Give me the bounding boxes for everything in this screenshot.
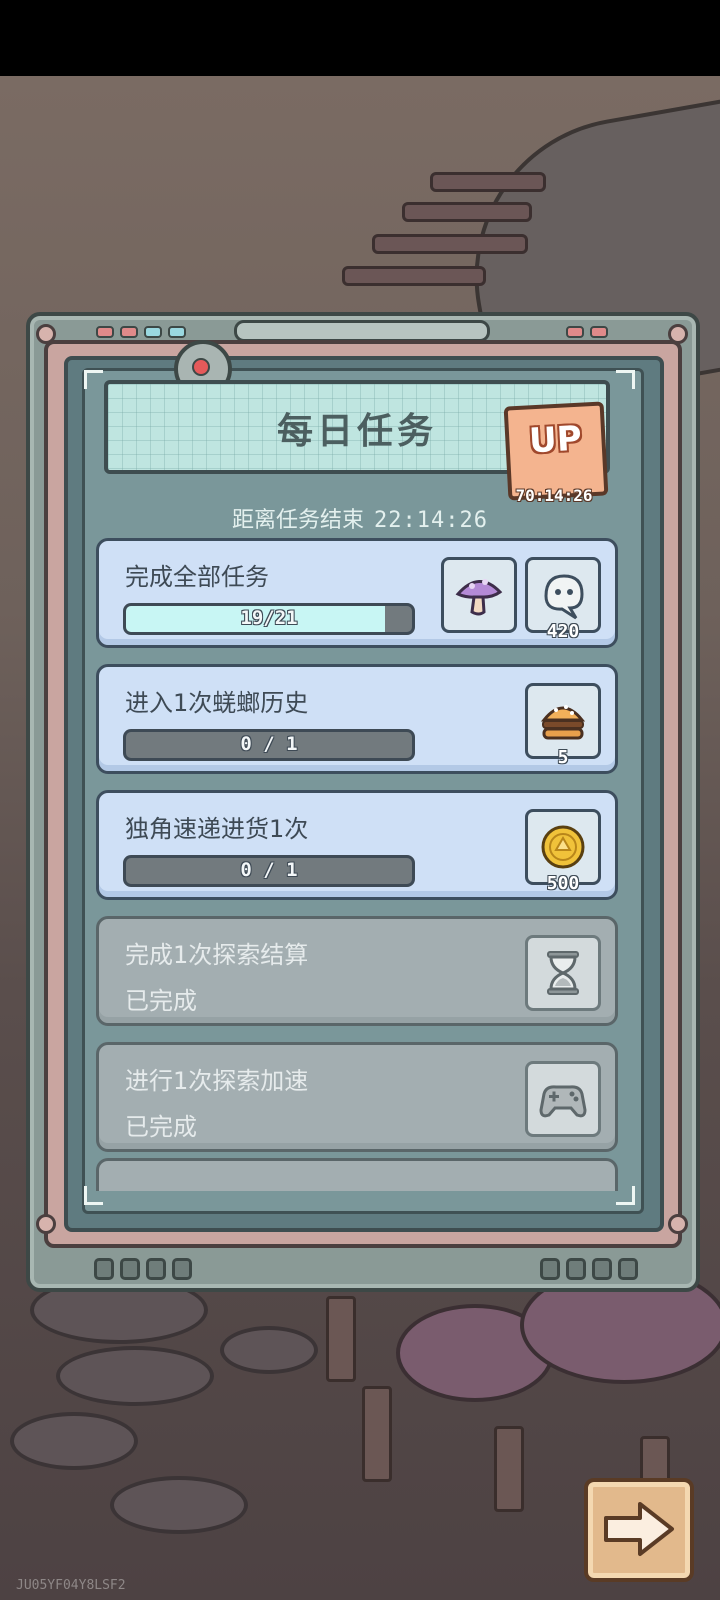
task-card-partial [96,1158,618,1191]
screw-icon [668,324,688,344]
background-stone [220,1326,318,1374]
task-progress-text: 0 / 1 [240,859,298,881]
reward-count: 5 [557,747,569,768]
up-badge-label: UP [528,418,583,462]
task-progress-bar: 19/21 [123,603,415,635]
screw-icon [36,324,56,344]
status-bar [0,0,720,76]
reward-slot[interactable]: 420 [525,557,601,642]
task-title: 完成全部任务 [125,563,269,591]
task-title: 进行1次探索加速 [125,1067,309,1095]
screen-corner [84,370,103,389]
task-title: 进入1次蜣螂历史 [125,689,309,717]
next-button[interactable] [584,1478,694,1582]
reward-slot [525,935,601,1011]
reward-slot[interactable]: 5 [525,683,601,768]
background-fence-post [326,1296,356,1382]
watermark-text: JU05YF04Y8LSF2 [16,1578,126,1593]
lamp-light-icon [192,358,210,376]
countdown-time: 22:14:26 [374,508,488,533]
screw-icon [668,1214,688,1234]
task-card[interactable]: 进入1次蜣螂历史 0 / 1 5 [96,664,618,774]
background-stair [372,234,528,254]
background-stone [10,1412,138,1470]
panel-vent [540,1258,638,1280]
task-progress-bar: 0 / 1 [123,729,415,761]
coin-icon [541,825,585,869]
arrow-right-icon [604,1502,674,1556]
task-card-completed: 进行1次探索加速 已完成 [96,1042,618,1152]
task-progress-text: 19/21 [240,607,298,629]
ghost-icon [544,574,584,620]
task-progress-bar: 0 / 1 [123,855,415,887]
task-status: 已完成 [125,987,197,1015]
reward-count: 500 [546,873,580,894]
screen-corner [616,370,635,389]
background-fence-post [494,1426,524,1512]
screw-icon [36,1214,56,1234]
screen-corner [616,1186,635,1205]
task-countdown: 距离任务结束 22:14:26 [0,502,720,534]
background-stair [342,266,486,286]
task-title: 完成1次探索结算 [125,941,309,969]
task-card[interactable]: 独角速递进货1次 0 / 1 500 [96,790,618,900]
panel-top-pipe [234,320,490,342]
background-stair [402,202,532,222]
reward-slot[interactable] [441,557,517,633]
panel-indicator-lights [96,326,186,338]
burger-icon [540,705,586,740]
reward-count: 420 [546,621,580,642]
task-title: 独角速递进货1次 [125,815,309,843]
task-card-completed: 完成1次探索结算 已完成 [96,916,618,1026]
panel-indicator-lights [566,326,608,338]
reward-slot[interactable]: 500 [525,809,601,894]
gamepad-icon [539,1085,587,1118]
task-card[interactable]: 完成全部任务 19/21 420 [96,538,618,648]
background-fence-post [362,1386,392,1482]
background-stone [110,1476,248,1534]
mushroom-icon [455,579,503,616]
reward-slot [525,1061,601,1137]
background-stone [56,1346,214,1406]
panel-vent [94,1258,192,1280]
task-progress-text: 0 / 1 [240,733,298,755]
task-status: 已完成 [125,1113,197,1141]
hourglass-icon [547,951,579,995]
countdown-label: 距离任务结束 [232,508,365,533]
background-stair [430,172,546,192]
